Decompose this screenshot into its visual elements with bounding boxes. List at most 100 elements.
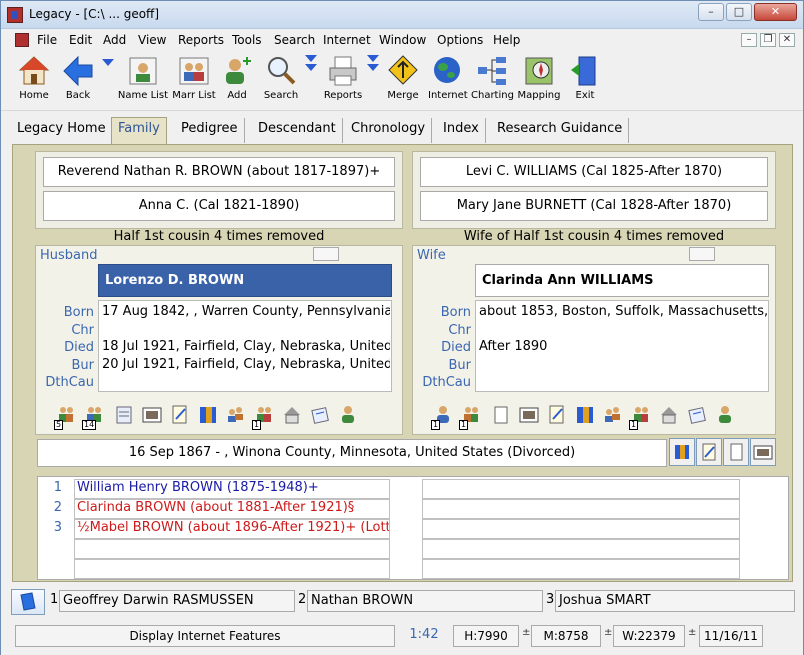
- child-row-empty[interactable]: [74, 559, 390, 579]
- spouses-icon[interactable]: 1: [459, 404, 481, 430]
- wife-died-value[interactable]: After 1890: [479, 339, 767, 354]
- picture-icon[interactable]: [142, 404, 162, 426]
- person-alert-icon[interactable]: [715, 404, 735, 426]
- notes-scroll-icon[interactable]: [114, 404, 134, 426]
- mdi-restore-button[interactable]: ❐: [760, 33, 776, 47]
- wife-mother-name[interactable]: Mary Jane BURNETT (Cal 1828-After 1870): [420, 191, 768, 221]
- wife-born-value[interactable]: about 1853, Boston, Suffolk, Massachuset…: [479, 304, 767, 319]
- menu-internet[interactable]: Internet: [323, 33, 371, 47]
- child-row[interactable]: Clarinda BROWN (about 1881-After 1921)§: [74, 499, 390, 519]
- marriage-blank-button[interactable]: [723, 438, 749, 466]
- menu-add[interactable]: Add: [103, 33, 126, 47]
- tab-legacy-home[interactable]: Legacy Home: [11, 118, 113, 143]
- reports-button[interactable]: Reports: [323, 54, 363, 101]
- parents-icon[interactable]: 1: [431, 404, 453, 430]
- edit-notes-icon[interactable]: [547, 404, 567, 426]
- husband-born-value[interactable]: 17 Aug 1842, , Warren County, Pennsylvan…: [102, 304, 390, 319]
- edit-notes-icon[interactable]: [170, 404, 190, 426]
- back-button[interactable]: Back: [61, 54, 95, 101]
- child-row-empty[interactable]: [422, 519, 740, 539]
- menu-tools[interactable]: Tools: [232, 33, 262, 47]
- menu-options[interactable]: Options: [437, 33, 483, 47]
- close-button[interactable]: ✕: [754, 3, 797, 21]
- address-icon[interactable]: 1: [629, 404, 651, 430]
- marriage-notes-button[interactable]: [696, 438, 722, 466]
- spin-icon[interactable]: ±: [688, 627, 696, 638]
- legacy-app-icon[interactable]: [7, 7, 23, 23]
- wife-father-name[interactable]: Levi C. WILLIAMS (Cal 1825-After 1870): [420, 157, 768, 187]
- child-row-empty[interactable]: [422, 539, 740, 559]
- mdi-close-button[interactable]: ✕: [779, 33, 795, 47]
- child-row-empty[interactable]: [422, 479, 740, 499]
- wife-flag-box[interactable]: [689, 247, 715, 261]
- husband-died-value[interactable]: 18 Jul 1921, Fairfield, Clay, Nebraska, …: [102, 339, 390, 354]
- children-icon[interactable]: 5: [54, 404, 76, 430]
- tab-index[interactable]: Index: [437, 118, 486, 143]
- house-icon[interactable]: [659, 404, 679, 426]
- associations-icon[interactable]: [226, 404, 246, 426]
- husband-bur-value[interactable]: 20 Jul 1921, Fairfield, Clay, Nebraska, …: [102, 357, 390, 372]
- tab-research-guidance[interactable]: Research Guidance: [491, 118, 630, 143]
- child-name[interactable]: ½Mabel BROWN (about 1896-After 1921)+ (L…: [77, 520, 389, 540]
- document-icon[interactable]: [15, 33, 29, 47]
- todo-calendar-icon[interactable]: [310, 404, 330, 426]
- source-books-icon[interactable]: [575, 404, 595, 426]
- child-row-empty[interactable]: [422, 559, 740, 579]
- house-icon[interactable]: [282, 404, 302, 426]
- spouses-icon[interactable]: 14: [82, 404, 104, 430]
- spin-icon[interactable]: ±: [604, 627, 612, 638]
- menu-file[interactable]: File: [37, 33, 57, 47]
- child-row[interactable]: William Henry BROWN (1875-1948)+: [74, 479, 390, 499]
- menu-reports[interactable]: Reports: [178, 33, 224, 47]
- marriage-picture-button[interactable]: [750, 438, 776, 466]
- add-button[interactable]: Add: [221, 54, 253, 101]
- history-person-1[interactable]: Geoffrey Darwin RASMUSSEN: [59, 590, 295, 612]
- todo-calendar-icon[interactable]: [687, 404, 707, 426]
- source-books-icon[interactable]: [198, 404, 218, 426]
- husband-mother-name[interactable]: Anna C. (Cal 1821-1890): [43, 191, 395, 221]
- person-alert-icon[interactable]: [338, 404, 358, 426]
- history-book-button[interactable]: [11, 589, 45, 615]
- address-icon[interactable]: 1: [252, 404, 274, 430]
- child-name[interactable]: Clarinda BROWN (about 1881-After 1921)§: [77, 500, 389, 520]
- spin-icon[interactable]: ±: [522, 627, 530, 638]
- child-name[interactable]: William Henry BROWN (1875-1948)+: [77, 480, 389, 500]
- menu-view[interactable]: View: [138, 33, 166, 47]
- minimize-button[interactable]: –: [698, 3, 724, 21]
- charting-button[interactable]: Charting: [471, 54, 514, 101]
- search-button[interactable]: Search: [263, 54, 299, 101]
- child-row[interactable]: ½Mabel BROWN (about 1896-After 1921)+ (L…: [74, 519, 390, 539]
- husband-name[interactable]: Lorenzo D. BROWN: [98, 264, 392, 297]
- exit-button[interactable]: Exit: [569, 54, 601, 101]
- blank-page-icon[interactable]: [491, 404, 511, 426]
- husband-flag-box[interactable]: [313, 247, 339, 261]
- associations-icon[interactable]: [603, 404, 623, 426]
- menu-help[interactable]: Help: [493, 33, 520, 47]
- menu-edit[interactable]: Edit: [69, 33, 92, 47]
- tab-chronology[interactable]: Chronology: [345, 118, 433, 143]
- husband-father-name[interactable]: Reverend Nathan R. BROWN (about 1817-189…: [43, 157, 395, 187]
- marr-list-button[interactable]: Marr List: [171, 54, 217, 101]
- tab-descendant[interactable]: Descendant: [252, 118, 343, 143]
- maximize-button[interactable]: □: [726, 3, 752, 21]
- marriage-sources-button[interactable]: [669, 438, 695, 466]
- tab-pedigree[interactable]: Pedigree: [175, 118, 245, 143]
- mdi-minimize-button[interactable]: –: [741, 33, 757, 47]
- history-person-3[interactable]: Joshua SMART: [555, 590, 795, 612]
- home-button[interactable]: Home: [17, 54, 51, 101]
- tab-family[interactable]: Family: [111, 117, 167, 144]
- menu-window[interactable]: Window: [379, 33, 426, 47]
- internet-button[interactable]: Internet: [428, 54, 468, 101]
- child-row-empty[interactable]: [74, 539, 390, 559]
- search-dropdown-arrows-icon[interactable]: [305, 55, 317, 77]
- child-row-empty[interactable]: [422, 499, 740, 519]
- wife-name[interactable]: Clarinda Ann WILLIAMS: [475, 264, 769, 297]
- reports-dropdown-arrows-icon[interactable]: [367, 55, 379, 77]
- history-person-2[interactable]: Nathan BROWN: [307, 590, 543, 612]
- name-list-button[interactable]: Name List: [117, 54, 169, 101]
- mapping-button[interactable]: Mapping: [517, 54, 561, 101]
- menu-search[interactable]: Search: [274, 33, 315, 47]
- picture-icon[interactable]: [519, 404, 539, 426]
- back-dropdown-arrow-icon[interactable]: [102, 59, 114, 66]
- marriage-info[interactable]: 16 Sep 1867 - , Winona County, Minnesota…: [37, 439, 667, 467]
